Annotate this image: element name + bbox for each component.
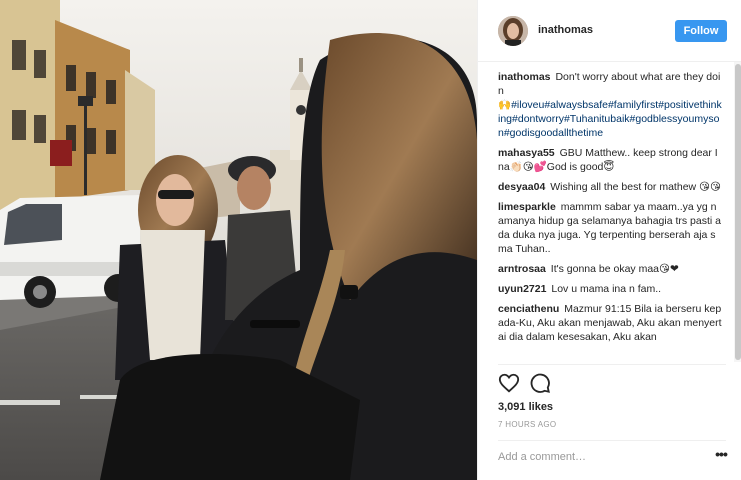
- post-username[interactable]: inathomas: [538, 24, 593, 36]
- comment-item: limesparkle mammm sabar ya maam..ya yg n…: [498, 200, 722, 256]
- street-scene-image: [0, 0, 477, 480]
- post-side-panel: inathomas Follow inathomas Don't worry a…: [477, 0, 741, 480]
- avatar-image: [498, 16, 528, 46]
- comment-username[interactable]: uyun2721: [498, 283, 546, 295]
- comment-item: uyun2721 Lov u mama ina n fam..: [498, 282, 722, 296]
- add-comment-input[interactable]: [498, 448, 698, 466]
- comment-item: arntrosaa It's gonna be okay maa😘❤: [498, 262, 722, 276]
- comment-username[interactable]: cenciathenu: [498, 303, 559, 315]
- comment-username[interactable]: desyaa04: [498, 181, 545, 193]
- comment-username[interactable]: limesparkle: [498, 201, 556, 213]
- avatar[interactable]: [498, 16, 528, 46]
- post-header: inathomas Follow: [478, 0, 741, 62]
- ellipsis-icon[interactable]: •••: [712, 447, 730, 466]
- speech-bubble-icon[interactable]: [529, 372, 551, 394]
- divider: [498, 440, 726, 441]
- comment-text: Lov u mama ina n fam..: [551, 283, 662, 295]
- post-actions: 3,091 likes 7 HOURS AGO •••: [478, 364, 741, 480]
- post-photo[interactable]: [0, 0, 477, 480]
- comments-scrollbar[interactable]: [734, 62, 741, 362]
- post-timestamp[interactable]: 7 HOURS AGO: [498, 420, 556, 429]
- comment-item: desyaa04 Wishing all the best for mathew…: [498, 180, 722, 194]
- scrollbar-thumb[interactable]: [735, 64, 741, 360]
- comments-list: inathomas Don't worry about what are the…: [478, 70, 734, 362]
- divider: [498, 364, 726, 365]
- comment-text: It's gonna be okay maa😘❤: [550, 263, 679, 275]
- caption: inathomas Don't worry about what are the…: [498, 70, 722, 140]
- like-count[interactable]: 3,091 likes: [498, 401, 553, 413]
- comment-item: mahasya55 GBU Matthew.. keep strong dear…: [498, 146, 722, 174]
- heart-icon[interactable]: [498, 372, 520, 394]
- comment-username[interactable]: mahasya55: [498, 147, 555, 159]
- caption-username[interactable]: inathomas: [498, 71, 551, 83]
- follow-button[interactable]: Follow: [675, 20, 727, 42]
- caption-hashtags[interactable]: 🙌#iloveu#alwaysbsafe#familyfirst#positiv…: [498, 99, 722, 139]
- comment-username[interactable]: arntrosaa: [498, 263, 546, 275]
- comment-text: Wishing all the best for mathew 😘😘: [550, 181, 721, 193]
- comment-item: cenciathenu Mazmur 91:15 Bila ia berseru…: [498, 302, 722, 344]
